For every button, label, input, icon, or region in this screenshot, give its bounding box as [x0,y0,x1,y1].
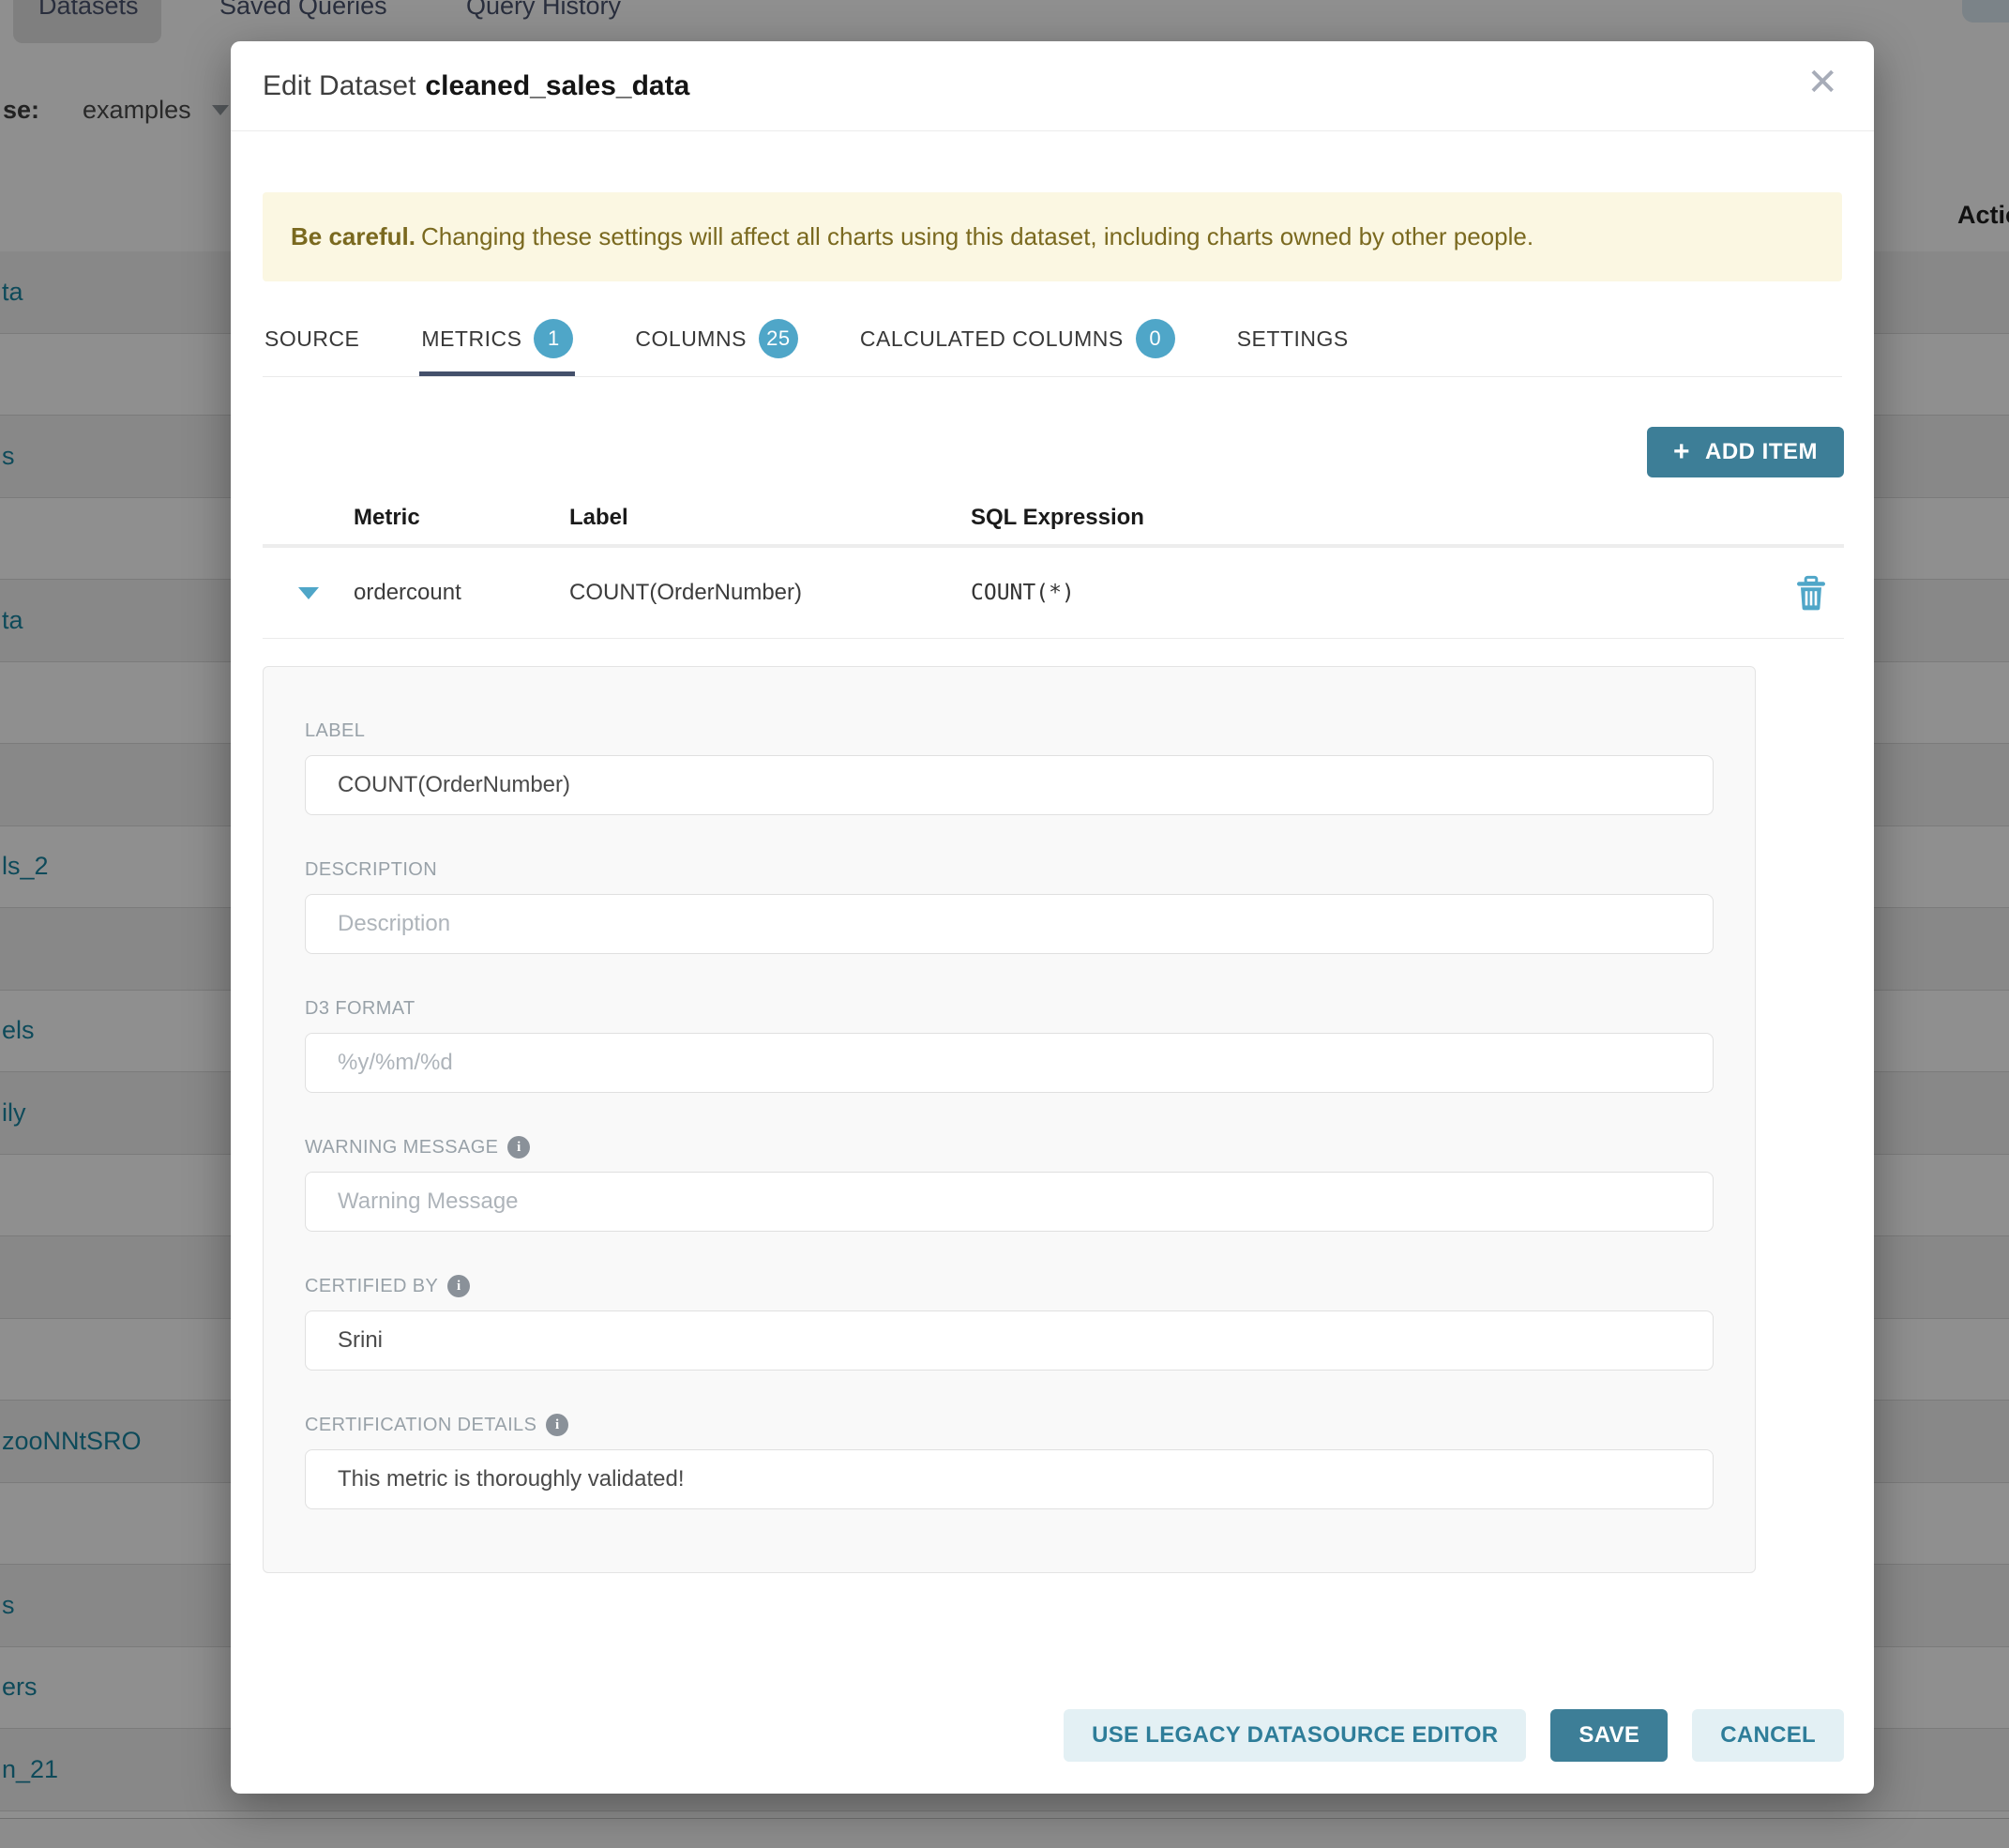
warning-banner: Be careful. Changing these settings will… [263,192,1842,281]
field-group-description: DESCRIPTION [305,858,1714,954]
dataset-name: cleaned_sales_data [425,70,689,101]
warning-banner-bold: Be careful. [291,222,415,251]
certification-details-input[interactable] [305,1449,1714,1509]
tab-metrics-badge: 1 [534,319,573,358]
info-icon[interactable]: i [507,1136,530,1159]
field-label: DESCRIPTION [305,858,1714,881]
info-icon[interactable]: i [546,1414,568,1436]
col-header-label: Label [569,505,971,531]
screen: Datasets Saved Queries Query History se:… [0,0,2009,1848]
modal-footer: USE LEGACY DATASOURCE EDITOR SAVE CANCEL [1064,1709,1844,1762]
description-input[interactable] [305,894,1714,954]
metric-sql: COUNT(*) [971,581,1778,605]
metric-row: ordercount COUNT(OrderNumber) COUNT(*) [263,548,1844,639]
metric-name: ordercount [354,580,569,606]
info-icon[interactable]: i [447,1275,470,1297]
cancel-button[interactable]: CANCEL [1692,1709,1844,1762]
tab-label: SETTINGS [1237,326,1349,352]
field-label-text: DESCRIPTION [305,859,437,881]
metrics-table: Metric Label SQL Expression ordercount C… [263,492,1844,639]
field-group-warning-message: WARNING MESSAGE i [305,1136,1714,1232]
modal-title-prefix: Edit Dataset [263,70,415,101]
save-button[interactable]: SAVE [1550,1709,1668,1762]
tab-label: METRICS [421,326,521,352]
modal-header: Edit Dataset cleaned_sales_data ✕ [231,41,1874,131]
col-header-metric: Metric [354,505,569,531]
edit-dataset-modal: Edit Dataset cleaned_sales_data ✕ Be care… [231,41,1874,1794]
tab-columns[interactable]: COLUMNS 25 [633,306,800,376]
field-group-certification-details: CERTIFICATION DETAILS i [305,1414,1714,1509]
field-label-text: LABEL [305,720,365,742]
field-label-text: CERTIFIED BY [305,1276,438,1297]
trash-icon [1795,575,1827,611]
plus-icon: + [1673,438,1690,466]
tab-settings[interactable]: SETTINGS [1235,306,1351,376]
warning-banner-text: Changing these settings will affect all … [421,222,1533,251]
modal-title: Edit Dataset cleaned_sales_data [263,70,689,102]
field-label: LABEL [305,720,1714,742]
tab-label: COLUMNS [635,326,747,352]
metrics-table-header: Metric Label SQL Expression [263,492,1844,548]
field-label: WARNING MESSAGE i [305,1136,1714,1159]
use-legacy-datasource-editor-button[interactable]: USE LEGACY DATASOURCE EDITOR [1064,1709,1526,1762]
add-item-button[interactable]: + ADD ITEM [1647,427,1844,477]
field-label: D3 FORMAT [305,997,1714,1020]
field-group-label: LABEL [305,720,1714,815]
field-label-text: D3 FORMAT [305,998,415,1020]
delete-metric-button[interactable] [1778,575,1844,611]
field-label: CERTIFIED BY i [305,1275,1714,1297]
tab-label: SOURCE [264,326,359,352]
warning-message-input[interactable] [305,1172,1714,1232]
field-label-text: CERTIFICATION DETAILS [305,1415,536,1436]
add-item-label: ADD ITEM [1705,439,1818,465]
tab-calculated-columns[interactable]: CALCULATED COLUMNS 0 [858,306,1177,376]
field-group-d3format: D3 FORMAT [305,997,1714,1093]
metric-label: COUNT(OrderNumber) [569,580,971,606]
d3-format-input[interactable] [305,1033,1714,1093]
col-header-sql: SQL Expression [971,505,1778,531]
expand-caret-icon[interactable] [298,587,319,599]
tab-source[interactable]: SOURCE [263,306,361,376]
metric-edit-panel: LABEL DESCRIPTION D3 FORMAT WARNING MESS… [263,666,1756,1573]
tab-label: CALCULATED COLUMNS [860,326,1124,352]
tab-metrics[interactable]: METRICS 1 [419,306,575,376]
tab-columns-badge: 25 [759,319,798,358]
field-label: CERTIFICATION DETAILS i [305,1414,1714,1436]
tab-calculated-columns-badge: 0 [1136,319,1175,358]
field-label-text: WARNING MESSAGE [305,1137,498,1159]
label-input[interactable] [305,755,1714,815]
field-group-certified-by: CERTIFIED BY i [305,1275,1714,1371]
certified-by-input[interactable] [305,1310,1714,1371]
modal-tabs: SOURCE METRICS 1 COLUMNS 25 CALCULATED C… [263,306,1842,377]
close-icon[interactable]: ✕ [1806,64,1838,101]
